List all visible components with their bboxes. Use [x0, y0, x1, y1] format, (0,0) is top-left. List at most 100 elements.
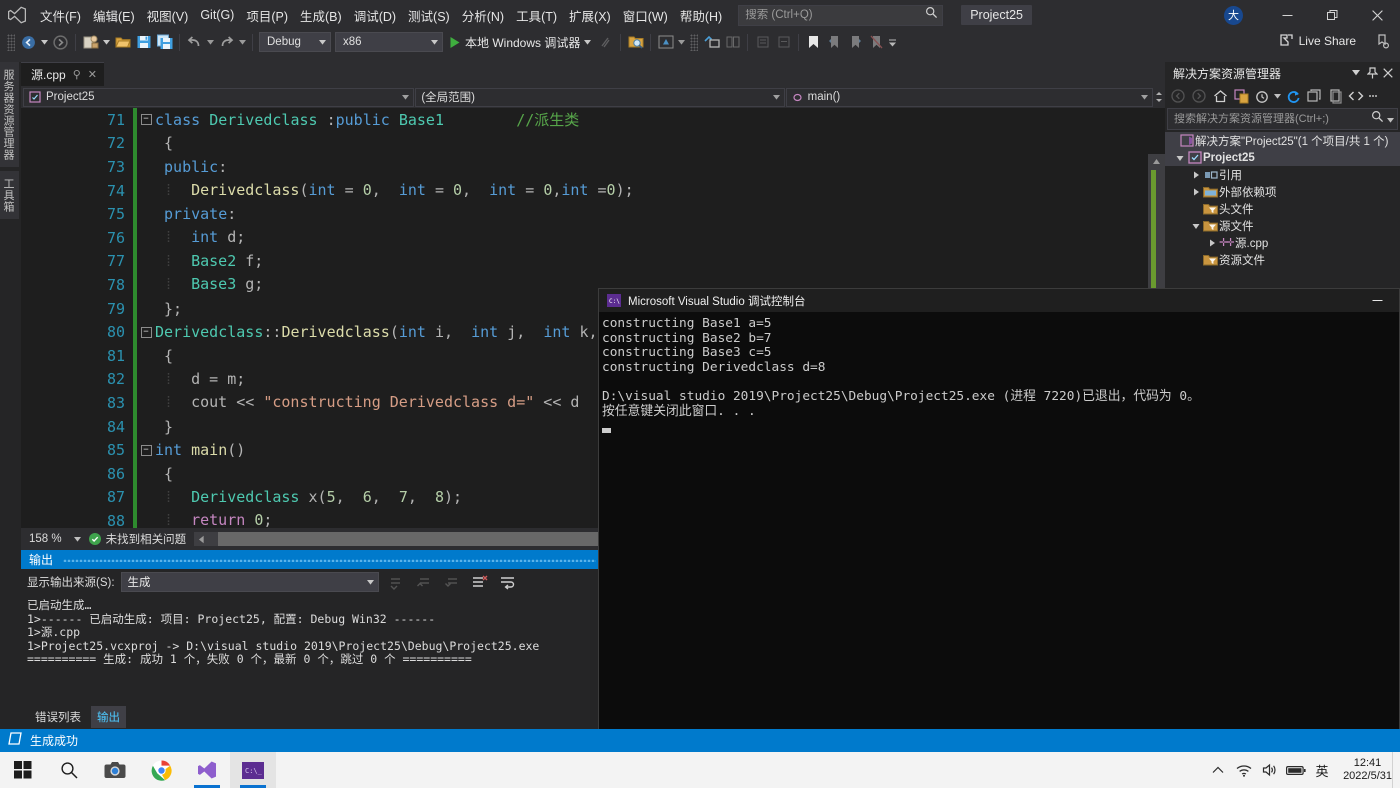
uncomment-lines-icon[interactable]: [773, 32, 794, 53]
chevron-down-icon[interactable]: [1189, 222, 1202, 230]
previous-bookmark-icon[interactable]: [824, 32, 845, 53]
undo-button[interactable]: [184, 32, 205, 53]
collapse-region-icon[interactable]: −: [137, 444, 155, 456]
sidebar-item-server-explorer[interactable]: 服务器资源管理器: [0, 62, 19, 168]
clear-output-icon[interactable]: [469, 575, 491, 590]
toolbox-window-icon[interactable]: [701, 32, 722, 53]
toolbar-overflow-icon[interactable]: [887, 32, 898, 53]
source-control-icon[interactable]: [8, 731, 22, 750]
visual-studio-icon[interactable]: [184, 752, 230, 788]
pin-icon[interactable]: [1364, 64, 1380, 82]
nav-member-combo[interactable]: main(): [785, 87, 1154, 107]
console-output[interactable]: constructing Base1 a=5 constructing Base2…: [599, 312, 1399, 419]
tab-error-list[interactable]: 错误列表: [29, 706, 87, 728]
project-name-chip[interactable]: Project25: [961, 5, 1033, 25]
collapse-region-icon[interactable]: −: [137, 326, 155, 338]
undo-caret-icon[interactable]: [205, 32, 216, 53]
redo-caret-icon[interactable]: [237, 32, 248, 53]
code-line[interactable]: 71− class Derivedclass :public Base1 //派生…: [21, 108, 1165, 132]
code-line[interactable]: 73 public:: [21, 155, 1165, 179]
menu-item-8[interactable]: 分析(N): [456, 4, 510, 26]
start-debugging-button[interactable]: 本地 Windows 调试器: [445, 32, 595, 53]
menu-item-3[interactable]: Git(G): [194, 4, 240, 26]
code-line[interactable]: 72 {: [21, 131, 1165, 156]
close-icon[interactable]: [1380, 64, 1396, 82]
console-app-icon[interactable]: C:\_: [230, 752, 276, 788]
switch-views-icon[interactable]: [1231, 86, 1251, 106]
overflow-icon[interactable]: [1367, 86, 1379, 106]
chevron-down-icon[interactable]: [1348, 64, 1364, 82]
camera-icon[interactable]: [92, 752, 138, 788]
search-icon[interactable]: [46, 752, 92, 788]
clear-bookmarks-icon[interactable]: [866, 32, 887, 53]
go-to-message-icon[interactable]: [385, 575, 407, 590]
menu-item-2[interactable]: 视图(V): [141, 4, 195, 26]
solution-tree-item[interactable]: 资源文件: [1165, 251, 1400, 268]
solution-configuration-combo[interactable]: Debug: [259, 32, 331, 52]
navigate-backward-button[interactable]: [18, 32, 39, 53]
feedback-icon[interactable]: [1376, 34, 1390, 54]
global-search-input[interactable]: [745, 9, 926, 21]
forward-icon[interactable]: [1189, 86, 1209, 106]
output-source-combo[interactable]: 生成: [120, 572, 379, 592]
refresh-icon[interactable]: [1283, 86, 1303, 106]
taskbar-clock[interactable]: 12:41 2022/5/31: [1335, 757, 1400, 783]
collapse-region-icon[interactable]: −: [137, 114, 155, 126]
menu-item-11[interactable]: 窗口(W): [617, 4, 674, 26]
chevron-down-icon[interactable]: [1173, 154, 1186, 162]
solution-explorer-search-box[interactable]: [1167, 108, 1398, 130]
pin-icon[interactable]: ⚲: [73, 68, 81, 81]
menu-item-9[interactable]: 工具(T): [510, 4, 563, 26]
menu-item-12[interactable]: 帮助(H): [674, 4, 728, 26]
console-minimize-button[interactable]: [1355, 289, 1399, 312]
chevron-right-icon[interactable]: [1189, 188, 1202, 196]
properties-window-icon[interactable]: [722, 32, 743, 53]
volume-icon[interactable]: [1257, 752, 1283, 788]
comment-lines-icon[interactable]: [752, 32, 773, 53]
solution-tree-item[interactable]: Project25: [1165, 149, 1400, 166]
chevron-up-icon[interactable]: [1205, 752, 1231, 788]
split-editor-icon[interactable]: [1154, 91, 1163, 103]
show-desktop-button[interactable]: [1392, 752, 1400, 788]
solution-tree-item[interactable]: 源文件: [1165, 217, 1400, 234]
menu-item-10[interactable]: 扩展(X): [563, 4, 617, 26]
new-project-button[interactable]: [80, 32, 101, 53]
preview-selected-items-icon[interactable]: [625, 32, 646, 53]
start-icon[interactable]: [0, 752, 46, 788]
ime-indicator[interactable]: 英: [1309, 752, 1335, 788]
nav-project-combo[interactable]: Project25: [23, 87, 415, 107]
menu-item-0[interactable]: 文件(F): [34, 4, 87, 26]
previous-message-icon[interactable]: [413, 575, 435, 590]
code-line[interactable]: 76 ⁞ int d;: [21, 225, 1165, 250]
save-all-button[interactable]: [154, 32, 175, 53]
redo-button[interactable]: [216, 32, 237, 53]
menu-item-5[interactable]: 生成(B): [294, 4, 348, 26]
toolbar-grip[interactable]: [7, 33, 15, 51]
sidebar-item-toolbox[interactable]: 工具箱: [0, 171, 19, 220]
zoom-level-combo[interactable]: 158 %: [29, 533, 81, 545]
back-icon[interactable]: [1168, 86, 1188, 106]
solution-tree-item[interactable]: 引用: [1165, 166, 1400, 183]
select-element-icon[interactable]: [655, 32, 676, 53]
editor-tab-source-cpp[interactable]: 源.cpp ⚲ ✕: [21, 62, 104, 86]
wifi-icon[interactable]: [1231, 752, 1257, 788]
issue-status[interactable]: 未找到相关问题: [88, 531, 186, 547]
menu-item-6[interactable]: 调试(D): [348, 4, 402, 26]
close-icon[interactable]: ✕: [88, 68, 97, 81]
battery-icon[interactable]: [1283, 752, 1309, 788]
toggle-bookmark-icon[interactable]: [803, 32, 824, 53]
code-line[interactable]: 75 private:: [21, 202, 1165, 226]
show-all-files-icon[interactable]: [1325, 86, 1345, 106]
menu-item-1[interactable]: 编辑(E): [87, 4, 141, 26]
save-button[interactable]: [133, 32, 154, 53]
chevron-right-icon[interactable]: [1205, 239, 1218, 247]
nav-scope-combo[interactable]: (全局范围): [415, 87, 785, 107]
solution-explorer-search-input[interactable]: [1174, 113, 1371, 125]
navigate-backward-caret-icon[interactable]: [39, 32, 50, 53]
solution-tree-item[interactable]: ✛ ✛ 源.cpp: [1165, 234, 1400, 251]
tab-output[interactable]: 输出: [91, 706, 126, 728]
minimize-button[interactable]: [1265, 0, 1310, 30]
menu-item-4[interactable]: 项目(P): [240, 4, 294, 26]
account-avatar[interactable]: 大: [1224, 5, 1243, 25]
close-button[interactable]: [1355, 0, 1400, 30]
